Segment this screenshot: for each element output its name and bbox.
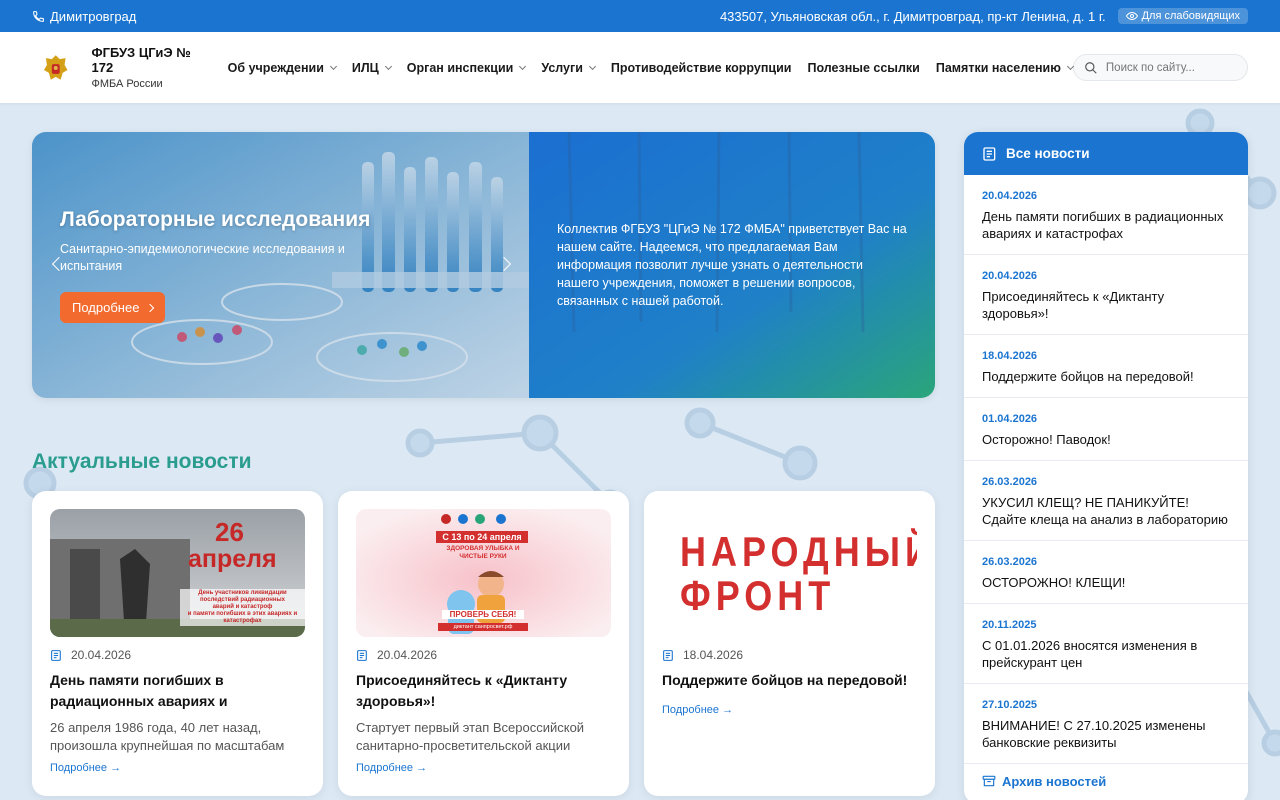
image-caption-band: День участников ликвидации последствий р… xyxy=(180,589,305,626)
org-subtitle: ФМБА России xyxy=(91,78,163,90)
all-news-sidebar: Все новости 20.04.2026 День памяти погибш… xyxy=(964,132,1248,800)
news-card-image: С 13 по 24 апреля ЗДОРОВАЯ УЛЫБКА И ЧИСТ… xyxy=(356,509,611,637)
phone-icon xyxy=(33,10,44,22)
list-item[interactable]: 01.04.2026 Осторожно! Паводок! xyxy=(964,398,1248,461)
org-name-block[interactable]: ФГБУЗ ЦГиЭ № 172 ФМБА России xyxy=(91,45,213,90)
search-box[interactable] xyxy=(1072,54,1248,81)
org-name: ФГБУЗ ЦГиЭ № 172 xyxy=(91,45,191,75)
poster-date-band: С 13 по 24 апреля xyxy=(436,531,528,543)
visually-impaired-button[interactable]: Для слабовидящих xyxy=(1117,8,1248,24)
eye-icon xyxy=(1125,11,1138,21)
poster-check: ПРОВЕРЬ СЕБЯ! xyxy=(442,610,524,619)
all-news-header[interactable]: Все новости xyxy=(964,132,1248,175)
welcome-panel: Коллектив ФГБУЗ "ЦГиЭ № 172 ФМБА" привет… xyxy=(529,132,935,398)
list-item[interactable]: 20.04.2026 Присоединяйтесь к «Диктанту зд… xyxy=(964,255,1248,335)
list-item[interactable]: 27.10.2025 ВНИМАНИЕ! С 27.10.2025 изменен… xyxy=(964,684,1248,764)
hero-more-button[interactable]: Подробнее xyxy=(60,292,166,323)
section-title-news: Актуальные новости xyxy=(32,450,252,473)
news-card-more-link[interactable]: Подробнее → xyxy=(662,704,733,716)
nav-item-useful-links[interactable]: Полезные ссылки xyxy=(807,61,919,75)
people-front-logo-line1: НАРОДНЫЙ xyxy=(680,527,917,575)
news-card-title[interactable]: День памяти погибших в радиационных авар… xyxy=(50,670,305,714)
poster-site: диктант санпросвет.рф xyxy=(438,623,528,631)
news-card-date: 18.04.2026 xyxy=(662,648,743,662)
search-input[interactable] xyxy=(1105,61,1236,74)
archive-box-icon xyxy=(982,775,996,787)
hero-title: Лабораторные исследования xyxy=(60,208,371,231)
list-item[interactable]: 20.04.2026 День памяти погибших в радиаци… xyxy=(964,175,1248,255)
nav-item-inspection[interactable]: Орган инспекции xyxy=(407,61,527,75)
newspaper-icon xyxy=(983,146,996,161)
poster-slogan: ЗДОРОВАЯ УЛЫБКА И ЧИСТЫЕ РУКИ xyxy=(446,545,520,560)
city-name: Димитровград xyxy=(50,8,137,24)
list-item[interactable]: 20.11.2025 С 01.01.2026 вносятся изменени… xyxy=(964,604,1248,684)
hero-slide: Лабораторные исследования Санитарно-эпид… xyxy=(32,132,529,398)
hero-more-label: Подробнее xyxy=(72,300,140,315)
news-card[interactable]: НАРОДНЫЙ ФРОНТ 18.04.2026 Поддержите бой… xyxy=(644,491,935,796)
chevron-down-icon xyxy=(588,62,596,70)
news-card-image: НАРОДНЫЙ ФРОНТ xyxy=(662,509,917,637)
news-archive-link[interactable]: Архив новостей xyxy=(964,766,1248,796)
city-link[interactable]: Димитровград xyxy=(32,9,136,24)
nav-item-services[interactable]: Услуги xyxy=(541,61,596,75)
newspaper-icon xyxy=(51,649,61,661)
news-card[interactable]: С 13 по 24 апреля ЗДОРОВАЯ УЛЫБКА И ЧИСТ… xyxy=(338,491,629,796)
news-card-date: 20.04.2026 xyxy=(50,648,131,662)
newspaper-icon xyxy=(357,649,367,661)
news-card-excerpt: Стартует первый этап Всероссийской санит… xyxy=(356,720,585,753)
news-card-date: 20.04.2026 xyxy=(356,648,437,662)
nav-item-about[interactable]: Об учреждении xyxy=(228,61,337,75)
news-card[interactable]: 26 апреля День участников ликвидации пос… xyxy=(32,491,323,796)
list-item[interactable]: 18.04.2026 Поддержите бойцов на передовой… xyxy=(964,335,1248,398)
news-card-excerpt: 26 апреля 1986 года, 40 лет назад, произ… xyxy=(50,720,285,753)
top-bar: Димитровград 433507, Ульяновская обл., г… xyxy=(0,0,1280,32)
nav-item-ilc[interactable]: ИЛЦ xyxy=(352,61,392,75)
news-card-more-link[interactable]: Подробнее → xyxy=(356,762,427,774)
all-news-title: Все новости xyxy=(1006,146,1090,161)
hero-banner: Лабораторные исследования Санитарно-эпид… xyxy=(32,132,935,398)
list-item[interactable]: 26.03.2026 ОСТОРОЖНО! КЛЕЩИ! xyxy=(964,541,1248,604)
address-text: 433507, Ульяновская обл., г. Димитровгра… xyxy=(719,8,1106,24)
welcome-text: Коллектив ФГБУЗ "ЦГиЭ № 172 ФМБА" привет… xyxy=(557,222,907,308)
visually-impaired-label: Для слабовидящих xyxy=(1141,10,1240,22)
list-item[interactable]: 26.03.2026 УКУСИЛ КЛЕЩ? НЕ ПАНИКУЙТЕ! Сда… xyxy=(964,461,1248,541)
news-card-image: 26 апреля День участников ликвидации пос… xyxy=(50,509,305,637)
newspaper-icon xyxy=(663,649,673,661)
image-text-26: 26 xyxy=(215,517,244,547)
chevron-down-icon xyxy=(519,62,527,70)
site-header: ФГБУЗ ЦГиЭ № 172 ФМБА России Об учрежден… xyxy=(0,32,1280,103)
hero-subtitle: Санитарно-эпидемиологические исследовани… xyxy=(60,242,345,273)
nav-item-anticorruption[interactable]: Противодействие коррупции xyxy=(611,61,792,75)
news-card-title[interactable]: Присоединяйтесь к «Диктанту здоровья»! xyxy=(356,670,611,712)
people-front-logo-line2: ФРОНТ xyxy=(680,571,836,619)
main-nav: Об учреждении ИЛЦ Орган инспекции Услуги… xyxy=(228,61,1074,75)
chevron-right-icon xyxy=(146,303,155,312)
chevron-down-icon xyxy=(329,62,337,70)
image-text-april: апреля xyxy=(188,545,277,573)
search-icon xyxy=(1085,61,1097,74)
news-card-title[interactable]: Поддержите бойцов на передовой! xyxy=(662,670,917,691)
chevron-down-icon xyxy=(384,62,392,70)
news-card-more-link[interactable]: Подробнее → xyxy=(50,762,121,774)
nav-item-memos[interactable]: Памятки населению xyxy=(936,61,1074,75)
emblem-logo[interactable] xyxy=(42,53,69,83)
